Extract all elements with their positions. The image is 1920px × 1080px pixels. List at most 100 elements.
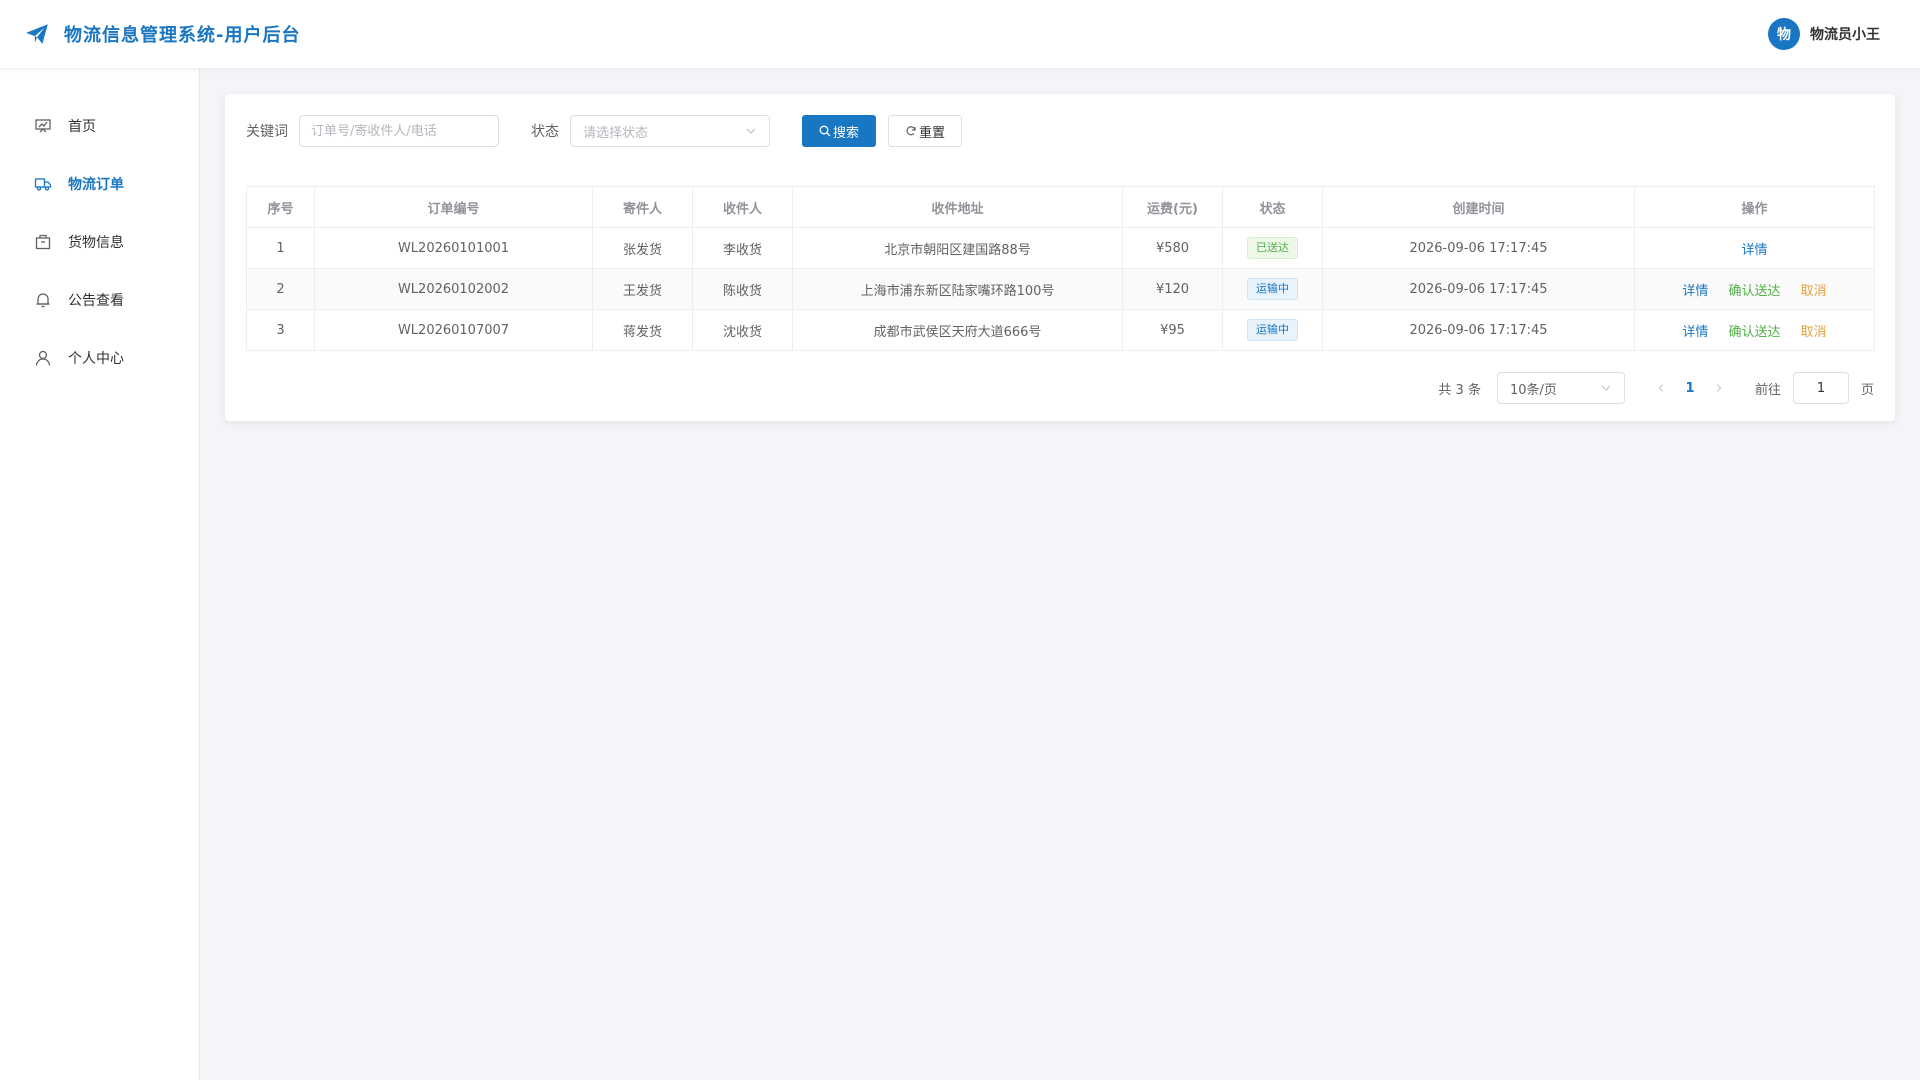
cell-order-no: WL20260101001 <box>314 227 593 269</box>
sidebar-item-label: 公告查看 <box>68 293 124 309</box>
table-row: 3 WL20260107007 蒋发货 沈收货 成都市武侯区天府大道666号 ¥… <box>246 309 1875 351</box>
column-header: 操作 <box>1634 186 1875 228</box>
cell-address: 成都市武侯区天府大道666号 <box>792 309 1123 351</box>
bell-icon <box>34 291 52 309</box>
filter-bar: 关键词 状态 请选择状态 搜索 重置 <box>246 114 1874 148</box>
table-row: 2 WL20260102002 王发货 陈收货 上海市浦东新区陆家嘴环路100号… <box>246 268 1875 310</box>
cell-index: 2 <box>246 268 315 310</box>
status-select[interactable]: 请选择状态 <box>570 115 770 147</box>
column-header: 订单编号 <box>314 186 593 228</box>
reset-button-label: 重置 <box>918 125 945 141</box>
column-header: 序号 <box>246 186 315 228</box>
search-button-label: 搜索 <box>832 125 859 141</box>
chevron-right-icon <box>1716 384 1722 392</box>
cell-fee: ¥580 <box>1122 227 1223 269</box>
reset-button[interactable]: 重置 <box>888 115 962 147</box>
chevron-down-icon <box>745 125 757 137</box>
cell-actions: 详情 确认送达 取消 <box>1634 309 1875 351</box>
cancel-link[interactable]: 取消 <box>1801 284 1827 299</box>
pagination: 共 3 条 10条/页 1 前往 页 <box>246 371 1874 405</box>
cell-receiver: 李收货 <box>692 227 793 269</box>
table-row: 1 WL20260101001 张发货 李收货 北京市朝阳区建国路88号 ¥58… <box>246 227 1875 269</box>
user-name[interactable]: 物流员小王 <box>1810 24 1880 44</box>
sidebar-item-goods[interactable]: 货物信息 <box>0 213 199 271</box>
sidebar: 首页 物流订单 货物信息 公告查看 个人中心 <box>0 69 200 1080</box>
cell-receiver: 沈收货 <box>692 309 793 351</box>
sidebar-item-orders[interactable]: 物流订单 <box>0 155 199 213</box>
column-header: 运费(元) <box>1122 186 1223 228</box>
status-badge: 已送达 <box>1247 237 1298 259</box>
cell-actions: 详情 <box>1634 227 1875 269</box>
keyword-input[interactable] <box>299 115 499 147</box>
status-badge: 运输中 <box>1247 278 1298 300</box>
cell-status: 已送达 <box>1222 227 1323 269</box>
sidebar-item-notices[interactable]: 公告查看 <box>0 271 199 329</box>
confirm-delivery-link[interactable]: 确认送达 <box>1728 284 1780 299</box>
top-header: 物流信息管理系统-用户后台 物 物流员小王 <box>0 0 1920 69</box>
search-button[interactable]: 搜索 <box>802 115 876 147</box>
column-header: 状态 <box>1222 186 1323 228</box>
column-header: 创建时间 <box>1322 186 1635 228</box>
page-suffix: 页 <box>1860 382 1874 398</box>
cell-status: 运输中 <box>1222 309 1323 351</box>
status-label: 状态 <box>531 124 559 140</box>
user-icon <box>34 349 52 367</box>
cell-receiver: 陈收货 <box>692 268 793 310</box>
orders-card: 关键词 状态 请选择状态 搜索 重置 序号 <box>225 94 1895 421</box>
page-size-value: 10条/页 <box>1509 382 1557 398</box>
sidebar-item-label: 货物信息 <box>68 235 124 251</box>
brand: 物流信息管理系统-用户后台 <box>24 21 300 47</box>
page-number[interactable]: 1 <box>1673 381 1707 396</box>
cell-fee: ¥95 <box>1122 309 1223 351</box>
cell-status: 运输中 <box>1222 268 1323 310</box>
status-badge: 运输中 <box>1247 319 1298 341</box>
app-title: 物流信息管理系统-用户后台 <box>64 25 301 46</box>
pagination-total: 共 3 条 <box>1438 382 1481 398</box>
sidebar-item-label: 物流订单 <box>68 177 124 193</box>
cell-created: 2026-09-06 17:17:45 <box>1322 268 1635 310</box>
sidebar-item-home[interactable]: 首页 <box>0 97 199 155</box>
cell-sender: 蒋发货 <box>592 309 693 351</box>
refresh-icon <box>905 125 917 137</box>
cell-created: 2026-09-06 17:17:45 <box>1322 309 1635 351</box>
cancel-link[interactable]: 取消 <box>1801 325 1827 340</box>
cell-actions: 详情 确认送达 取消 <box>1634 268 1875 310</box>
goto-label: 前往 <box>1754 382 1781 398</box>
sidebar-item-profile[interactable]: 个人中心 <box>0 329 199 387</box>
user-menu[interactable]: 物 物流员小王 <box>1768 18 1880 50</box>
goto-page-input[interactable] <box>1792 372 1849 404</box>
cell-fee: ¥120 <box>1122 268 1223 310</box>
search-icon <box>819 125 831 137</box>
next-page-button[interactable] <box>1707 376 1731 400</box>
sidebar-item-label: 首页 <box>68 119 96 135</box>
column-header: 收件地址 <box>792 186 1123 228</box>
cell-address: 上海市浦东新区陆家嘴环路100号 <box>792 268 1123 310</box>
status-select-placeholder: 请选择状态 <box>583 125 649 141</box>
cell-address: 北京市朝阳区建国路88号 <box>792 227 1123 269</box>
truck-icon <box>34 175 52 193</box>
keyword-label: 关键词 <box>246 124 288 140</box>
detail-link[interactable]: 详情 <box>1741 243 1767 258</box>
confirm-delivery-link[interactable]: 确认送达 <box>1728 325 1780 340</box>
prev-page-button[interactable] <box>1649 376 1673 400</box>
paper-plane-icon <box>24 21 50 47</box>
table-header-row: 序号 订单编号 寄件人 收件人 收件地址 运费(元) 状态 创建时间 操作 <box>246 186 1875 228</box>
cell-order-no: WL20260102002 <box>314 268 593 310</box>
cell-sender: 张发货 <box>592 227 693 269</box>
avatar[interactable]: 物 <box>1768 18 1800 50</box>
chevron-down-icon <box>1600 382 1612 394</box>
column-header: 寄件人 <box>592 186 693 228</box>
cell-index: 3 <box>246 309 315 351</box>
cell-sender: 王发货 <box>592 268 693 310</box>
detail-link[interactable]: 详情 <box>1682 284 1708 299</box>
column-header: 收件人 <box>692 186 793 228</box>
orders-table: 序号 订单编号 寄件人 收件人 收件地址 运费(元) 状态 创建时间 操作 1 … <box>246 186 1875 351</box>
sidebar-item-label: 个人中心 <box>68 351 124 367</box>
dashboard-icon <box>34 117 52 135</box>
page-size-select[interactable]: 10条/页 <box>1496 372 1625 404</box>
package-icon <box>34 233 52 251</box>
detail-link[interactable]: 详情 <box>1682 325 1708 340</box>
cell-order-no: WL20260107007 <box>314 309 593 351</box>
cell-created: 2026-09-06 17:17:45 <box>1322 227 1635 269</box>
cell-index: 1 <box>246 227 315 269</box>
